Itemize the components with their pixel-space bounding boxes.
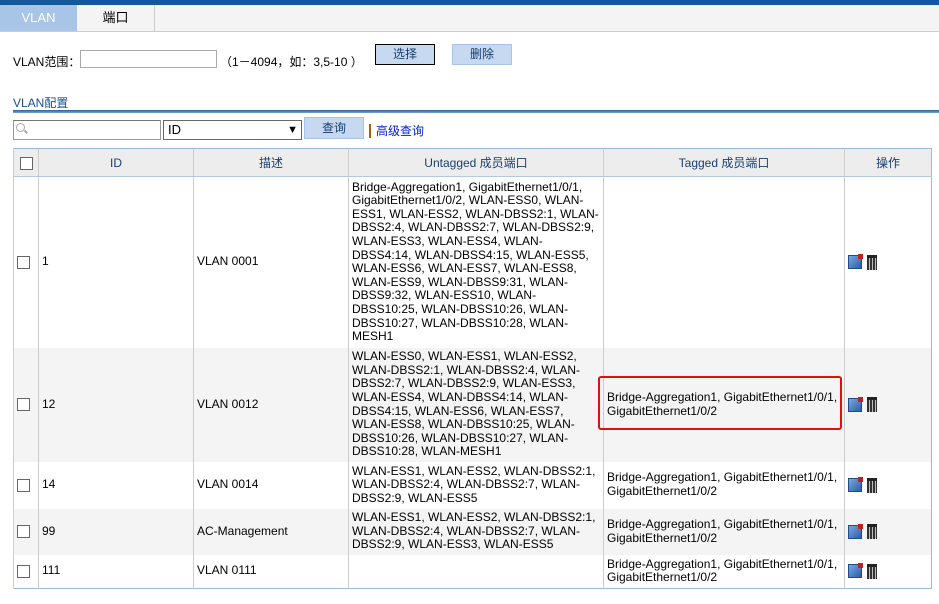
row-actions bbox=[844, 508, 932, 555]
untagged-ports: WLAN-ESS1, WLAN-ESS2, WLAN-DBSS2:1, WLAN… bbox=[348, 508, 604, 555]
vlan-id: 14 bbox=[38, 461, 194, 509]
vlan-table: ID 描述 Untagged 成员端口 Tagged 成员端口 操作 1 VLA… bbox=[13, 148, 932, 589]
table-row: 14 VLAN 0014 WLAN-ESS1, WLAN-ESS2, WLAN-… bbox=[13, 461, 932, 509]
edit-icon[interactable] bbox=[848, 396, 863, 412]
untagged-ports bbox=[348, 554, 604, 589]
advanced-query-link[interactable]: 高级查询 bbox=[369, 124, 424, 138]
vlan-desc: VLAN 0014 bbox=[193, 461, 349, 509]
row-checkbox[interactable] bbox=[17, 478, 30, 492]
row-actions bbox=[844, 461, 932, 509]
trash-icon[interactable] bbox=[867, 477, 877, 493]
header-tagged[interactable]: Tagged 成员端口 bbox=[603, 148, 845, 177]
tagged-ports: Bridge-Aggregation1, GigabitEthernet1/0/… bbox=[603, 508, 845, 555]
vlan-desc: VLAN 0111 bbox=[193, 554, 349, 589]
untagged-ports: Bridge-Aggregation1, GigabitEthernet1/0/… bbox=[348, 176, 604, 348]
row-actions bbox=[844, 554, 932, 589]
row-checkbox[interactable] bbox=[17, 398, 30, 412]
table-header: ID 描述 Untagged 成员端口 Tagged 成员端口 操作 bbox=[13, 148, 932, 177]
tagged-ports: Bridge-Aggregation1, GigabitEthernet1/0/… bbox=[603, 347, 845, 462]
vlan-range-hint: （1－4094，如：3,5-10 ） bbox=[220, 55, 363, 69]
row-actions bbox=[844, 176, 932, 348]
vlan-desc: VLAN 0001 bbox=[193, 176, 349, 348]
table-row: 1 VLAN 0001 Bridge-Aggregation1, Gigabit… bbox=[13, 176, 932, 348]
edit-icon[interactable] bbox=[848, 563, 863, 579]
search-field-select[interactable]: ID ▼ bbox=[163, 120, 302, 140]
header-id[interactable]: ID bbox=[38, 148, 194, 177]
tab-port[interactable]: 端口 bbox=[77, 5, 155, 31]
row-checkbox[interactable] bbox=[17, 525, 30, 539]
header-desc[interactable]: 描述 bbox=[193, 148, 349, 177]
trash-icon[interactable] bbox=[867, 524, 877, 539]
table-row: 99 AC-Management WLAN-ESS1, WLAN-ESS2, W… bbox=[13, 508, 932, 555]
trash-icon[interactable] bbox=[867, 563, 877, 579]
header-ops: 操作 bbox=[844, 148, 932, 177]
table-row: 111 VLAN 0111 Bridge-Aggregation1, Gigab… bbox=[13, 554, 932, 589]
vlan-id: 99 bbox=[38, 508, 194, 555]
search-icon bbox=[16, 123, 25, 132]
vlan-desc: VLAN 0012 bbox=[193, 347, 349, 462]
untagged-ports: WLAN-ESS0, WLAN-ESS1, WLAN-ESS2, WLAN-DB… bbox=[348, 347, 604, 462]
tagged-ports: Bridge-Aggregation1, GigabitEthernet1/0/… bbox=[603, 554, 845, 589]
row-checkbox[interactable] bbox=[17, 255, 30, 269]
select-all-cell bbox=[13, 148, 39, 177]
section-divider bbox=[13, 110, 939, 113]
tab-vlan[interactable]: VLAN bbox=[0, 5, 77, 31]
vlan-desc: AC-Management bbox=[193, 508, 349, 555]
edit-icon[interactable] bbox=[848, 523, 863, 539]
vlan-id: 111 bbox=[38, 554, 194, 589]
row-select-cell bbox=[13, 461, 39, 509]
delete-button[interactable]: 删除 bbox=[452, 44, 512, 65]
vlan-id: 12 bbox=[38, 347, 194, 462]
row-select-cell bbox=[13, 508, 39, 555]
edit-icon[interactable] bbox=[848, 477, 863, 492]
tagged-ports: Bridge-Aggregation1, GigabitEthernet1/0/… bbox=[603, 461, 845, 509]
tab-bar: VLAN 端口 bbox=[0, 5, 939, 32]
search-field-value: ID bbox=[168, 122, 181, 137]
edit-icon[interactable] bbox=[848, 254, 863, 270]
vlan-range-label: VLAN范围： bbox=[13, 55, 81, 69]
vlan-range-input[interactable] bbox=[80, 50, 217, 68]
header-untagged[interactable]: Untagged 成员端口 bbox=[348, 148, 604, 177]
row-actions bbox=[844, 347, 932, 462]
row-select-cell bbox=[13, 554, 39, 589]
select-all-checkbox[interactable] bbox=[19, 156, 33, 170]
tagged-ports bbox=[603, 176, 845, 348]
trash-icon[interactable] bbox=[867, 397, 877, 412]
untagged-ports: WLAN-ESS1, WLAN-ESS2, WLAN-DBSS2:1, WLAN… bbox=[348, 461, 604, 509]
row-select-cell bbox=[13, 176, 39, 348]
query-button[interactable]: 查询 bbox=[304, 117, 364, 139]
search-input[interactable] bbox=[13, 120, 161, 140]
row-checkbox[interactable] bbox=[17, 564, 30, 578]
table-row: 12 VLAN 0012 WLAN-ESS0, WLAN-ESS1, WLAN-… bbox=[13, 347, 932, 462]
vlan-id: 1 bbox=[38, 176, 194, 348]
section-title: VLAN配置 bbox=[13, 96, 69, 110]
trash-icon[interactable] bbox=[867, 254, 877, 270]
chevron-down-icon: ▼ bbox=[287, 124, 298, 136]
select-button[interactable]: 选择 bbox=[375, 44, 435, 65]
row-select-cell bbox=[13, 347, 39, 462]
